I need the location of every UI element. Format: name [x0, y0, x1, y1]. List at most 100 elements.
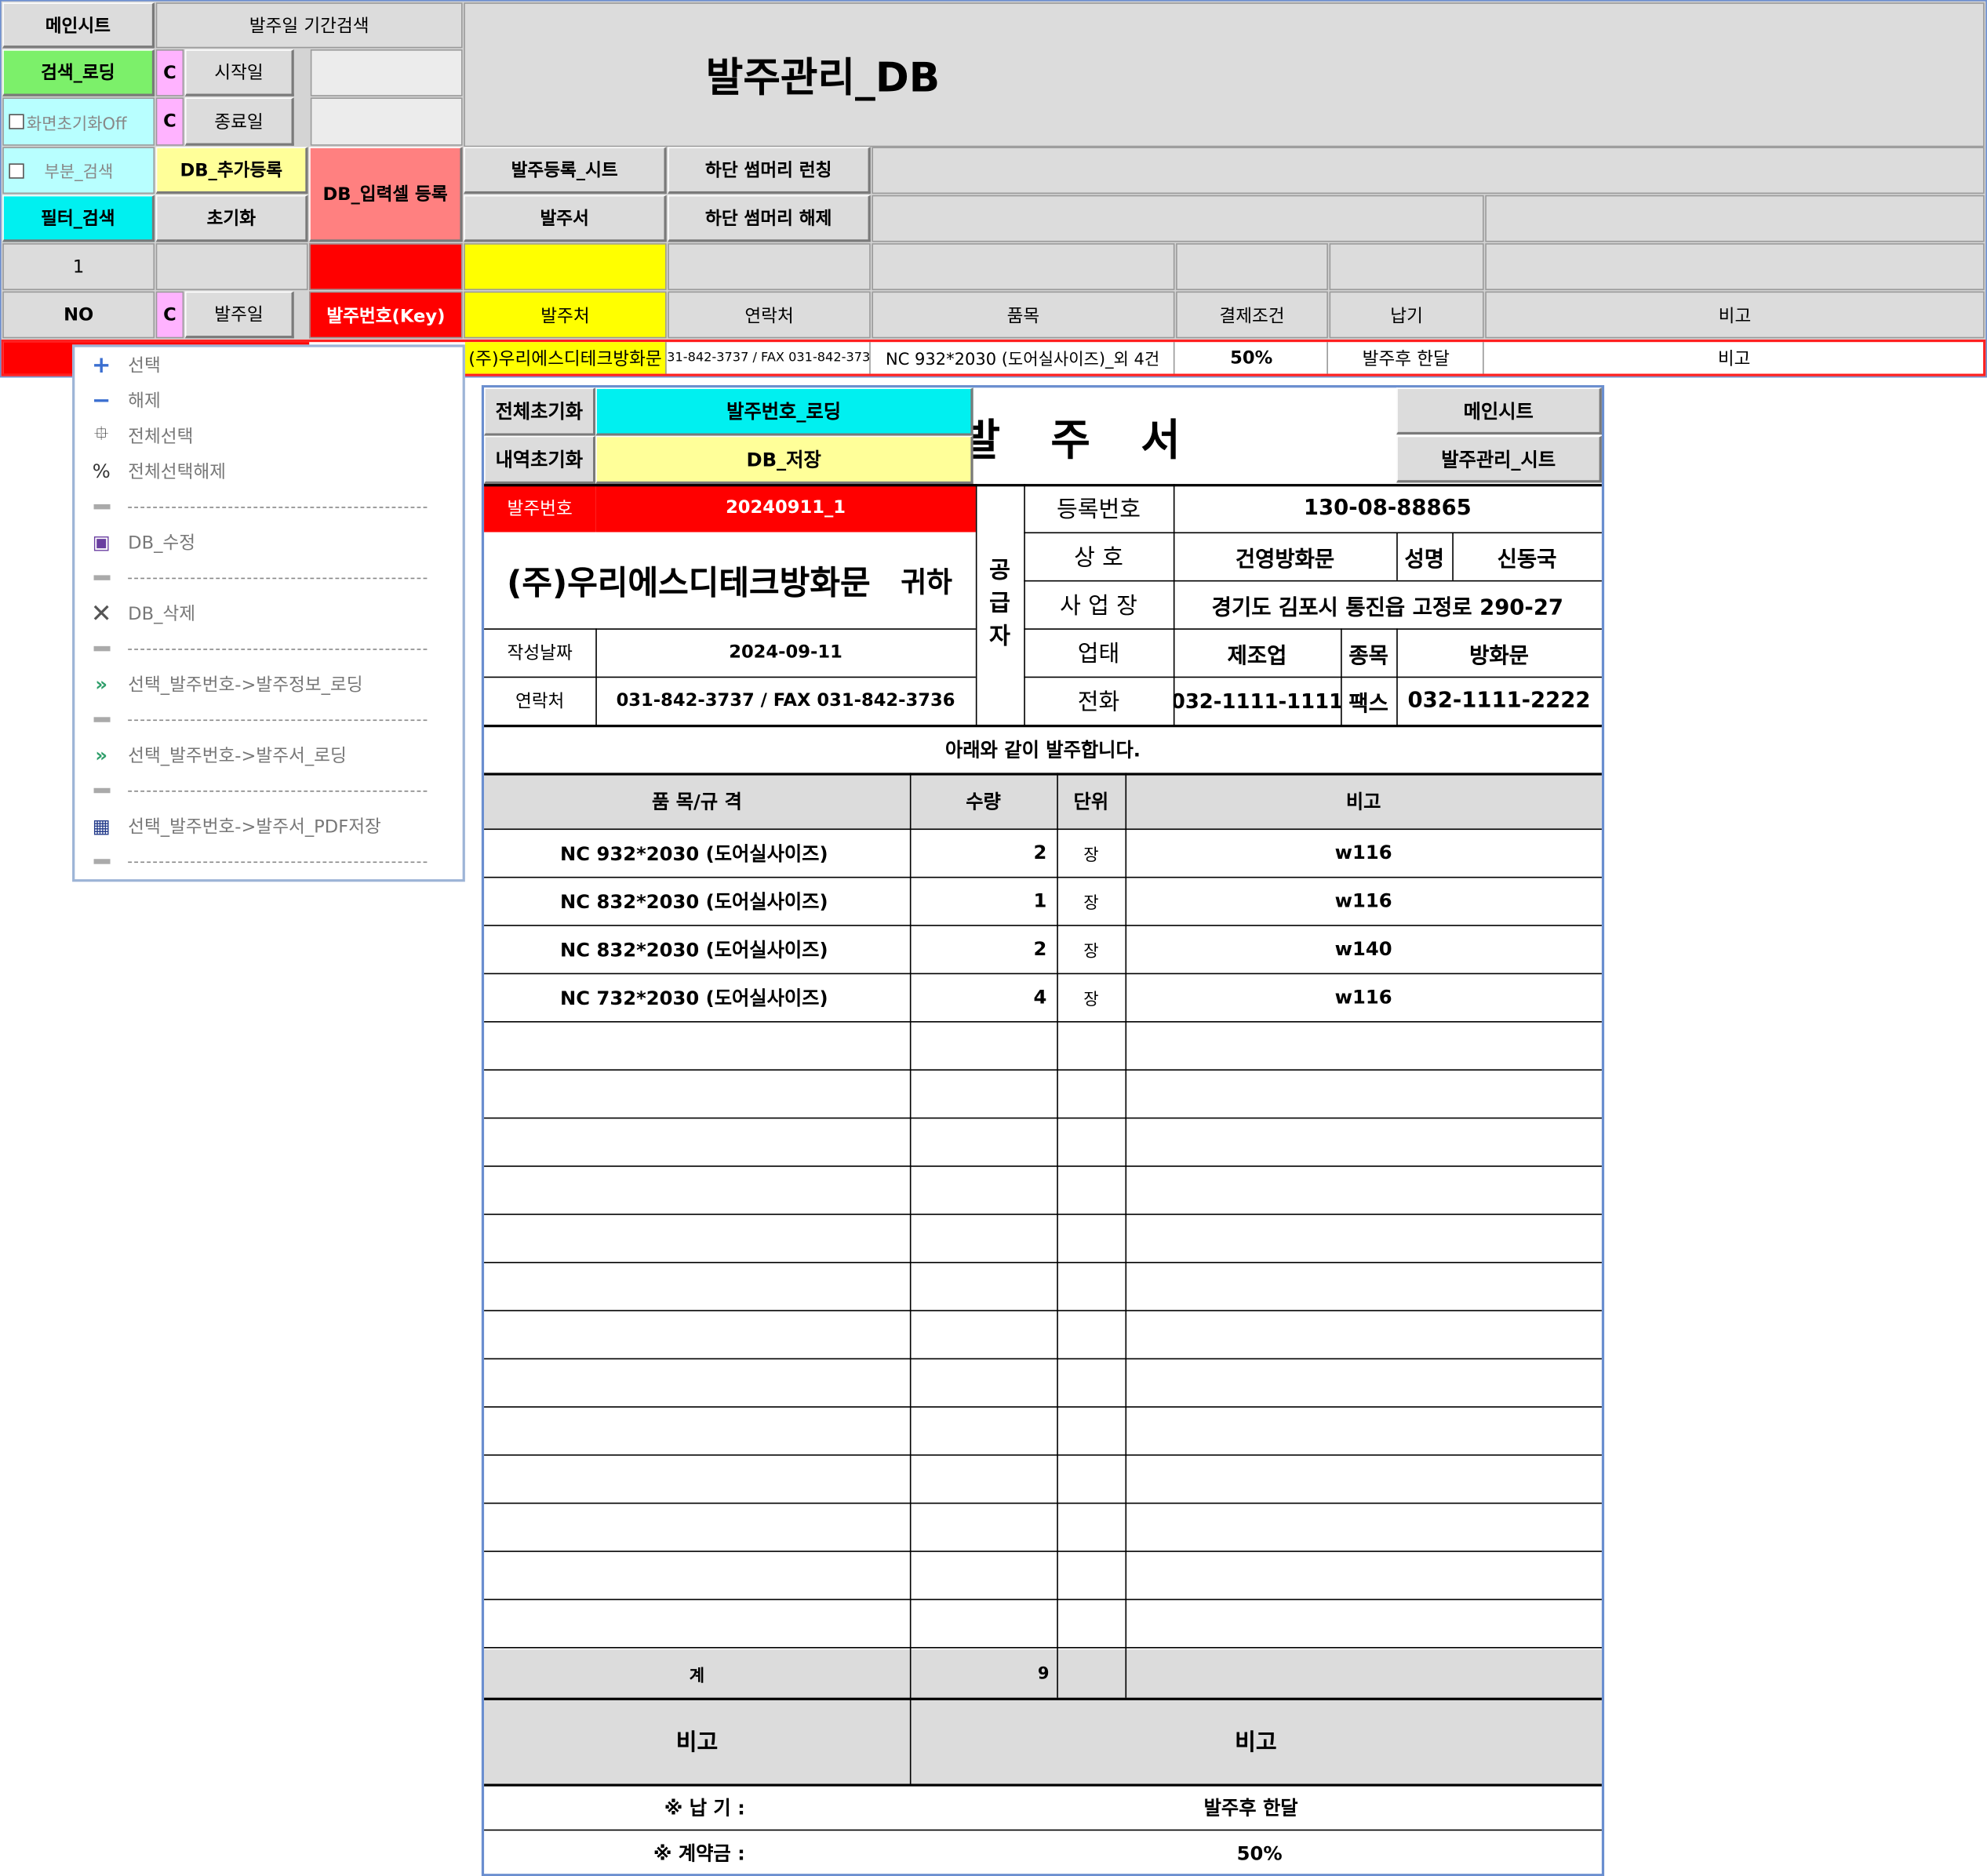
item-unit[interactable] [1057, 1599, 1125, 1647]
detail-reset-button[interactable]: 내역초기화 [484, 435, 596, 485]
full-reset-button[interactable]: 전체초기화 [484, 387, 596, 436]
menu-item-db-edit[interactable]: ▣ DB_수정 [75, 525, 462, 560]
item-name[interactable] [484, 1069, 910, 1117]
item-unit[interactable] [1057, 1214, 1125, 1262]
item-qty[interactable] [910, 1069, 1057, 1117]
db-add-button[interactable]: DB_추가등록 [155, 147, 308, 195]
reset-button[interactable]: 초기화 [155, 195, 308, 242]
item-note[interactable] [1125, 1358, 1601, 1406]
deposit-value[interactable]: 50% [910, 1830, 1602, 1876]
item-unit[interactable] [1057, 1262, 1125, 1310]
filter-cell-date[interactable] [155, 243, 308, 290]
item-note[interactable] [1125, 1021, 1601, 1069]
item-note[interactable] [1125, 1262, 1601, 1310]
filter-cell-client[interactable] [464, 243, 667, 290]
order-sheet-button[interactable]: 발주관리_시트 [1396, 435, 1602, 483]
item-unit[interactable]: 장 [1057, 925, 1125, 973]
item-unit[interactable] [1057, 1165, 1125, 1213]
item-qty[interactable] [910, 1599, 1057, 1647]
item-name[interactable]: NC 932*2030 (도어실사이즈) [484, 828, 910, 876]
lower-header-release-button[interactable]: 하단 썸머리 해제 [668, 195, 871, 242]
item-name[interactable]: NC 732*2030 (도어실사이즈) [484, 973, 910, 1021]
menu-item-select[interactable]: + 선택 [75, 347, 462, 383]
row-item[interactable]: NC 932*2030 (도어실사이즈)_외 4건 [872, 342, 1175, 374]
item-note[interactable] [1125, 1069, 1601, 1117]
item-unit[interactable]: 장 [1057, 973, 1125, 1021]
row-payment[interactable]: 50% [1176, 342, 1328, 374]
item-qty[interactable]: 2 [910, 828, 1057, 876]
item-qty[interactable] [910, 1406, 1057, 1454]
item-name[interactable] [484, 1406, 910, 1454]
item-note[interactable]: w116 [1125, 828, 1601, 876]
row-contact[interactable]: 031-842-3737 / FAX 031-842-3736 [668, 342, 871, 374]
row-client[interactable]: (주)우리에스디테크방화문 [464, 342, 667, 374]
filter-cell-payment[interactable] [1176, 243, 1328, 290]
item-qty[interactable] [910, 1118, 1057, 1165]
item-name[interactable] [484, 1118, 910, 1165]
screen-reset-off-checkbox[interactable]: 화면초기화Off [2, 97, 155, 146]
client-name[interactable]: (주)우리에스디테크방화문 귀하 [484, 532, 976, 628]
row-note[interactable]: 비고 [1485, 342, 1983, 373]
search-load-button[interactable]: 검색_로딩 [2, 49, 155, 96]
item-unit[interactable]: 장 [1057, 877, 1125, 925]
main-sheet-button[interactable]: 메인시트 [1396, 387, 1602, 435]
filter-cell-item[interactable] [872, 243, 1175, 290]
item-note[interactable] [1125, 1551, 1601, 1598]
menu-item-load-order-info[interactable]: » 선택_발주번호->발주정보_로딩 [75, 667, 462, 702]
order-register-sheet-button[interactable]: 발주등록_시트 [464, 147, 667, 195]
item-qty[interactable] [910, 1021, 1057, 1069]
item-qty[interactable] [910, 1310, 1057, 1358]
item-name[interactable] [484, 1551, 910, 1598]
item-note[interactable] [1125, 1165, 1601, 1213]
item-note[interactable] [1125, 1406, 1601, 1454]
delivery-value[interactable]: 발주후 한달 [910, 1783, 1602, 1829]
item-name[interactable] [484, 1021, 910, 1069]
item-name[interactable] [484, 1454, 910, 1502]
item-qty[interactable]: 1 [910, 877, 1057, 925]
item-note[interactable] [1125, 1310, 1601, 1358]
partial-search-checkbox[interactable]: 부분_검색 [2, 147, 155, 195]
item-unit[interactable] [1057, 1021, 1125, 1069]
item-note[interactable] [1125, 1454, 1601, 1502]
main-sheet-button[interactable]: 메인시트 [2, 2, 155, 49]
item-unit[interactable] [1057, 1503, 1125, 1551]
item-unit[interactable] [1057, 1310, 1125, 1358]
item-note[interactable]: w140 [1125, 925, 1601, 973]
item-unit[interactable] [1057, 1358, 1125, 1406]
filter-cell-order-no[interactable] [309, 243, 463, 290]
item-unit[interactable] [1057, 1118, 1125, 1165]
filter-cell-contact[interactable] [668, 243, 871, 290]
item-name[interactable] [484, 1358, 910, 1406]
checkbox-icon[interactable] [9, 162, 24, 178]
item-unit[interactable] [1057, 1454, 1125, 1502]
item-name[interactable] [484, 1310, 910, 1358]
item-note[interactable] [1125, 1118, 1601, 1165]
item-unit[interactable] [1057, 1069, 1125, 1117]
db-input-register-button[interactable]: DB_입력셀 등록 [309, 147, 463, 242]
end-date-button[interactable]: 종료일 [184, 97, 294, 146]
order-no-value[interactable]: 20240911_1 [595, 484, 976, 533]
item-qty[interactable]: 2 [910, 925, 1057, 973]
item-note[interactable]: w116 [1125, 877, 1601, 925]
item-qty[interactable] [910, 1503, 1057, 1551]
contact-value[interactable]: 031-842-3737 / FAX 031-842-3736 [595, 677, 976, 725]
item-name[interactable] [484, 1599, 910, 1647]
item-qty[interactable] [910, 1165, 1057, 1213]
item-name[interactable]: NC 832*2030 (도어실사이즈) [484, 877, 910, 925]
item-qty[interactable] [910, 1358, 1057, 1406]
menu-item-db-delete[interactable]: ✕ DB_삭제 [75, 595, 462, 631]
item-note[interactable] [1125, 1599, 1601, 1647]
menu-item-save-pdf[interactable]: ▦ 선택_발주번호->발주서_PDF저장 [75, 809, 462, 844]
item-qty[interactable] [910, 1214, 1057, 1262]
menu-item-deselect-all[interactable]: % 전체선택해제 [75, 453, 462, 489]
item-qty[interactable] [910, 1551, 1057, 1598]
item-name[interactable] [484, 1262, 910, 1310]
item-note[interactable] [1125, 1214, 1601, 1262]
order-no-load-button[interactable]: 발주번호_로딩 [595, 387, 973, 436]
item-name[interactable] [484, 1165, 910, 1213]
db-save-button[interactable]: DB_저장 [595, 435, 973, 485]
item-unit[interactable] [1057, 1406, 1125, 1454]
item-note[interactable]: w116 [1125, 973, 1601, 1021]
row-delivery[interactable]: 발주후 한달 [1330, 342, 1484, 374]
filter-search-button[interactable]: 필터_검색 [2, 195, 155, 242]
